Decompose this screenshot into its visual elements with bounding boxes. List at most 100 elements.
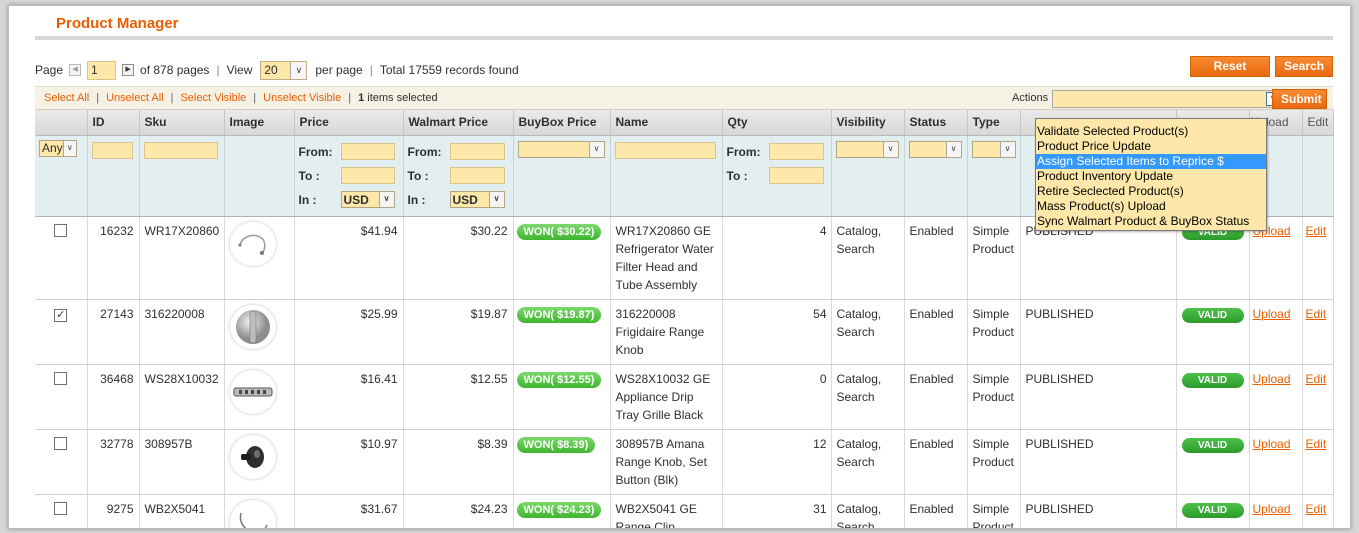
unselect-all-link[interactable]: Unselect All xyxy=(106,92,163,104)
col-header-edit: Edit xyxy=(1302,110,1334,136)
table-row[interactable]: 9275 WB2X5041 $31.67 $24.23 WON( $24.23) WB2X… xyxy=(35,494,1334,528)
col-header-id[interactable]: ID xyxy=(87,110,140,136)
cell-edit: Edit xyxy=(1302,494,1334,528)
walmart-from-input[interactable] xyxy=(449,143,505,160)
actions-option[interactable]: Assign Selected Items to Reprice $ xyxy=(1036,154,1266,169)
id-filter-input[interactable] xyxy=(91,141,133,159)
row-checkbox[interactable] xyxy=(54,436,68,450)
records-count: Total 17559 records found xyxy=(379,63,519,77)
upload-link[interactable]: Upload xyxy=(1253,437,1291,451)
select-all-link[interactable]: Select All xyxy=(44,92,89,104)
page-number-input[interactable]: 1 xyxy=(87,60,117,80)
cell-price: $25.99 xyxy=(294,299,404,365)
cell-type: Simple Product xyxy=(967,216,1021,300)
price-to-label: To : xyxy=(298,168,320,183)
actions-select[interactable]: ∨ xyxy=(1052,90,1282,108)
link-separator: | xyxy=(96,92,100,104)
cell-type: Simple Product xyxy=(967,494,1021,528)
actions-option[interactable]: Product Price Update xyxy=(1036,139,1266,154)
filter-visibility-cell: ∨ xyxy=(831,135,905,217)
cell-validation: VALID xyxy=(1176,364,1250,430)
status-filter-select[interactable]: ∨ xyxy=(908,140,962,158)
cell-visibility: Catalog, Search xyxy=(831,494,905,528)
pager-separator: | xyxy=(216,63,220,77)
search-button[interactable]: Search xyxy=(1275,56,1333,77)
actions-option[interactable]: Validate Selected Product(s) xyxy=(1036,124,1266,139)
col-header-visibility[interactable]: Visibility xyxy=(831,110,905,136)
submit-button[interactable]: Submit xyxy=(1272,89,1327,109)
qty-to-input[interactable] xyxy=(768,167,824,184)
filter-sku-cell xyxy=(139,135,225,217)
unselect-visible-link[interactable]: Unselect Visible xyxy=(263,92,341,104)
row-checkbox[interactable] xyxy=(54,501,68,515)
upload-link[interactable]: Upload xyxy=(1253,502,1291,516)
walmart-currency-select[interactable]: USD ∨ xyxy=(449,191,505,208)
cell-qty: 4 xyxy=(722,216,832,300)
actions-option[interactable]: Mass Product(s) Upload xyxy=(1036,199,1266,214)
buybox-filter-select[interactable]: ∨ xyxy=(517,140,605,158)
cell-validation: VALID xyxy=(1176,429,1250,495)
type-filter-select[interactable]: ∨ xyxy=(971,140,1016,158)
cell-buybox: WON( $12.55) xyxy=(513,364,611,430)
any-filter-select[interactable]: Any ∨ xyxy=(39,139,77,157)
qty-from-input[interactable] xyxy=(768,143,824,160)
actions-option[interactable]: Product Inventory Update xyxy=(1036,169,1266,184)
upload-link[interactable]: Upload xyxy=(1253,307,1291,321)
reset-filter-button[interactable]: Reset Filter xyxy=(1190,56,1270,92)
cell-visibility: Catalog, Search xyxy=(831,299,905,365)
chevron-down-icon: ∨ xyxy=(290,61,307,79)
edit-link[interactable]: Edit xyxy=(1306,224,1327,238)
massaction-bar: Select All | Unselect All | Select Visible | U… xyxy=(35,86,1333,110)
col-header-buybox-price[interactable]: BuyBox Price xyxy=(513,110,611,136)
price-currency-select[interactable]: USD ∨ xyxy=(340,191,395,208)
select-visible-link[interactable]: Select Visible xyxy=(180,92,246,104)
table-row[interactable]: ✓ 27143 316220008 $25.99 $19.87 WON( $19.87) 3… xyxy=(35,299,1334,365)
edit-link[interactable]: Edit xyxy=(1306,307,1327,321)
filter-walmart-price-cell: From: To : In : USD ∨ xyxy=(403,135,514,217)
edit-link[interactable]: Edit xyxy=(1306,502,1327,516)
col-header-qty[interactable]: Qty xyxy=(722,110,832,136)
actions-option[interactable]: Retire Seclected Product(s) xyxy=(1036,184,1266,199)
name-filter-input[interactable] xyxy=(614,141,716,159)
row-checkbox[interactable]: ✓ xyxy=(54,308,68,322)
table-row[interactable]: 32778 308957B $10.97 $8.39 WON( $8.39) 308957… xyxy=(35,429,1334,495)
buybox-won-badge: WON( $24.23) xyxy=(516,501,602,518)
pager: Page ◀ 1 ▶ of 878 pages | View 20 ∨ per … xyxy=(35,58,519,82)
row-checkbox[interactable] xyxy=(54,371,68,385)
cell-validation: VALID xyxy=(1176,299,1250,365)
walmart-to-input[interactable] xyxy=(449,167,505,184)
next-page-icon[interactable]: ▶ xyxy=(122,64,135,76)
edit-link[interactable]: Edit xyxy=(1306,437,1327,451)
prev-page-icon[interactable]: ◀ xyxy=(69,64,82,76)
per-page-select[interactable]: 20 ∨ xyxy=(260,60,308,80)
filter-price-cell: From: To : In : USD ∨ xyxy=(294,135,404,217)
upload-link[interactable]: Upload xyxy=(1253,372,1291,386)
row-select-cell xyxy=(35,429,88,495)
col-header-name[interactable]: Name xyxy=(610,110,723,136)
col-header-sku[interactable]: Sku xyxy=(139,110,225,136)
edit-link[interactable]: Edit xyxy=(1306,372,1327,386)
col-header-status[interactable]: Status xyxy=(904,110,968,136)
actions-option[interactable]: Sync Walmart Product & BuyBox Status xyxy=(1036,214,1266,229)
valid-badge: VALID xyxy=(1181,372,1244,388)
row-select-cell xyxy=(35,216,88,300)
price-from-input[interactable] xyxy=(340,143,395,160)
cell-price: $16.41 xyxy=(294,364,404,430)
cell-name: 308957B Amana Range Knob, Set Button (Bl… xyxy=(610,429,723,495)
cell-upload: Upload xyxy=(1249,494,1303,528)
visibility-filter-select[interactable]: ∨ xyxy=(835,140,899,158)
cell-upload: Upload xyxy=(1249,299,1303,365)
col-header-walmart-price[interactable]: Walmart Price xyxy=(403,110,514,136)
cell-walmart-price: $24.23 xyxy=(403,494,514,528)
price-to-input[interactable] xyxy=(340,167,395,184)
cell-edit: Edit xyxy=(1302,216,1334,300)
table-row[interactable]: 36468 WS28X10032 $16.41 $12.55 WON( $12.55) W… xyxy=(35,364,1334,430)
row-checkbox[interactable] xyxy=(54,223,68,237)
col-header-type[interactable]: Type xyxy=(967,110,1021,136)
cell-type: Simple Product xyxy=(967,364,1021,430)
col-header-price[interactable]: Price xyxy=(294,110,404,136)
items-selected-label: items selected xyxy=(367,92,438,104)
link-separator: | xyxy=(348,92,352,104)
sku-filter-input[interactable] xyxy=(143,141,218,159)
filter-image-cell xyxy=(224,135,295,217)
